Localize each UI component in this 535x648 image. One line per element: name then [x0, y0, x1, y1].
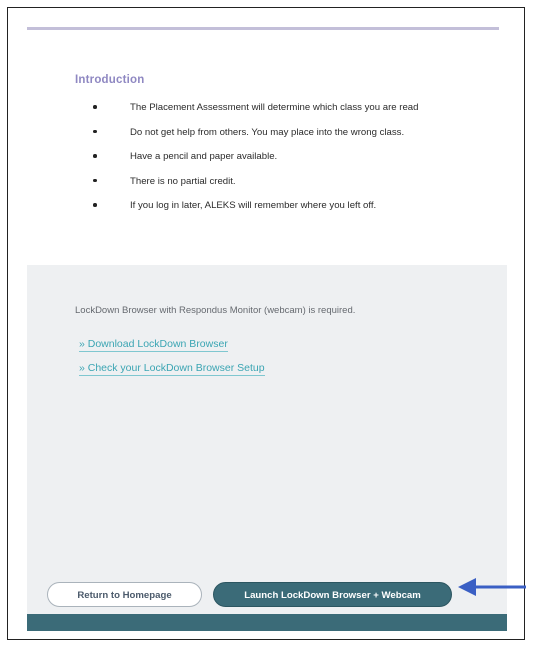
lockdown-panel: LockDown Browser with Respondus Monitor …	[27, 265, 507, 590]
bullet-icon	[93, 105, 97, 109]
bullet-icon	[93, 154, 97, 158]
bullet-icon	[93, 178, 97, 182]
download-lockdown-link[interactable]: » Download LockDown Browser	[79, 338, 228, 352]
right-pointing-arrow-annotation-icon	[458, 578, 526, 596]
footer-action-bar: Return to Homepage Launch LockDown Brows…	[27, 570, 507, 631]
screenshot-frame: Introduction The Placement Assessment wi…	[7, 7, 525, 640]
bullet-icon	[93, 203, 97, 207]
launch-lockdown-browser-button[interactable]: Launch LockDown Browser + Webcam	[213, 582, 452, 607]
check-lockdown-setup-link[interactable]: » Check your LockDown Browser Setup	[79, 362, 265, 376]
assessment-page: Introduction The Placement Assessment wi…	[27, 16, 507, 631]
return-to-homepage-button[interactable]: Return to Homepage	[47, 582, 202, 607]
introduction-heading: Introduction	[75, 74, 145, 86]
top-divider	[27, 27, 499, 30]
bullet-icon	[93, 129, 97, 133]
lockdown-requirement-text: LockDown Browser with Respondus Monitor …	[75, 305, 356, 316]
footer-bottom-bar	[27, 614, 507, 631]
